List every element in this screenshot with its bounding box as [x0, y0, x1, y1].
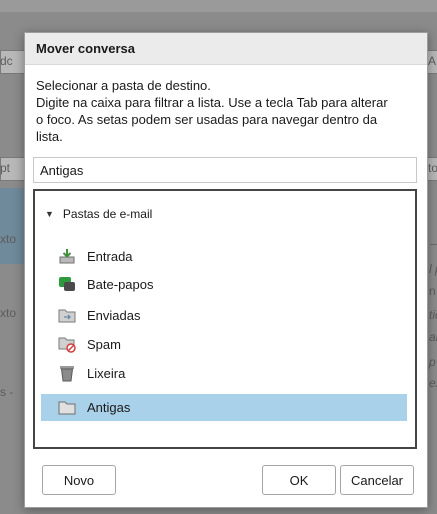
background-text: dc: [0, 54, 13, 68]
inbox-icon: [58, 247, 76, 265]
folder-item-trash[interactable]: Lixeira: [41, 360, 407, 386]
folder-icon: [58, 399, 76, 417]
cancel-button[interactable]: Cancelar: [340, 465, 414, 495]
trash-icon: [58, 364, 76, 382]
folder-item-label: Enviadas: [87, 307, 141, 323]
chat-icon: [58, 275, 76, 293]
background-text: xto: [0, 232, 17, 246]
background-text: ex: [429, 376, 437, 390]
folder-item-label: Antigas: [87, 400, 131, 415]
background-text: xto: [0, 306, 17, 320]
ok-button[interactable]: OK: [262, 465, 336, 495]
dialog-instructions: Selecionar a pasta de destino. Digite na…: [36, 77, 421, 145]
instruction-line: o foco. As setas podem ser usadas para n…: [36, 112, 378, 127]
instruction-line: Selecionar a pasta de destino.: [36, 78, 211, 93]
move-conversation-dialog: Mover conversa Selecionar a pasta de des…: [24, 32, 428, 508]
folder-item-label: Entrada: [87, 248, 133, 264]
background-text: p: [429, 355, 436, 369]
tree-root-label: Pastas de e-mail: [62, 207, 153, 221]
folder-item-old[interactable]: Antigas: [41, 394, 407, 421]
background-text: tic: [429, 308, 437, 322]
background-selection: [0, 188, 24, 264]
background-text: A: [428, 54, 437, 68]
folder-item-spam[interactable]: Spam: [41, 331, 407, 357]
folder-item-label: Lixeira: [87, 365, 126, 381]
folder-item-sent[interactable]: Enviadas: [41, 302, 407, 328]
tree-root-mail-folders[interactable]: ▼ Pastas de e-mail: [45, 207, 152, 221]
background-text: ar: [429, 330, 437, 344]
new-folder-button[interactable]: Novo: [42, 465, 116, 495]
background-topbar: [0, 0, 437, 12]
background-text: l p: [429, 262, 437, 276]
instruction-line: lista.: [36, 129, 63, 144]
spam-icon: [58, 335, 76, 353]
folder-filter-input[interactable]: [33, 157, 417, 183]
background-text: s -: [0, 385, 14, 399]
expand-triangle-icon[interactable]: ▼: [45, 209, 54, 219]
background-text: n: [429, 284, 436, 298]
instruction-line: Digite na caixa para filtrar a lista. Us…: [36, 95, 388, 110]
folder-tree[interactable]: ▼ Pastas de e-mail Entrada Bate-papos En…: [33, 189, 417, 449]
folder-item-label: Spam: [87, 336, 121, 352]
folder-item-inbox[interactable]: Entrada: [41, 243, 407, 269]
background-divider: [430, 244, 437, 245]
sent-icon: [58, 306, 76, 324]
dialog-title: Mover conversa: [36, 41, 135, 56]
dialog-title-bar: Mover conversa: [25, 33, 427, 65]
folder-item-chats[interactable]: Bate-papos: [41, 271, 407, 297]
background-text: to: [428, 161, 437, 175]
folder-item-label: Bate-papos: [87, 276, 154, 292]
background-text: pt: [0, 161, 11, 175]
